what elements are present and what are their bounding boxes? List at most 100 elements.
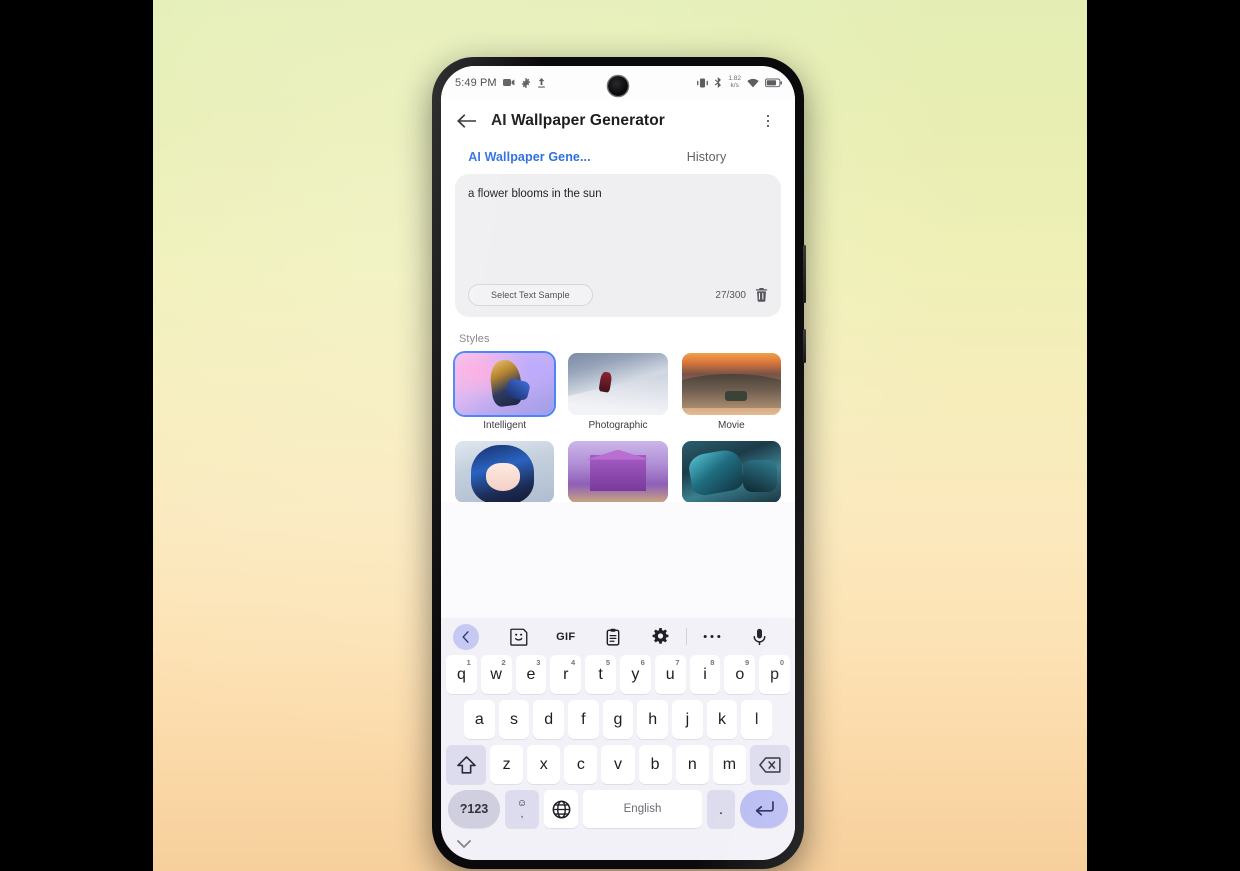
key-number: 4 bbox=[571, 658, 576, 667]
keyboard-footer bbox=[441, 834, 795, 856]
key-number: 8 bbox=[710, 658, 715, 667]
back-chevron-icon[interactable] bbox=[453, 623, 479, 650]
style-thumbnail[interactable] bbox=[568, 441, 668, 502]
key-number: 0 bbox=[779, 658, 784, 667]
status-bar-right: 1.82 k/s bbox=[697, 75, 782, 90]
key-e[interactable]: e3 bbox=[515, 655, 547, 694]
style-item-mech[interactable] bbox=[681, 441, 781, 502]
key-p[interactable]: p0 bbox=[759, 655, 790, 694]
key-i[interactable]: i8 bbox=[689, 655, 721, 694]
styles-section-label: Styles bbox=[459, 333, 490, 345]
power-button[interactable] bbox=[803, 329, 806, 363]
key-m[interactable]: m bbox=[712, 745, 746, 784]
settings-gear-icon[interactable] bbox=[637, 628, 684, 645]
prompt-card-footer: Select Text Sample 27/300 bbox=[468, 273, 768, 317]
style-item-intelligent[interactable]: Intelligent bbox=[455, 353, 555, 431]
style-thumbnail[interactable] bbox=[681, 441, 781, 502]
gear-icon bbox=[521, 77, 531, 88]
style-item-movie[interactable]: Movie bbox=[681, 353, 781, 431]
volume-button[interactable] bbox=[803, 245, 806, 303]
main-content: a flower blooms in the sun Select Text S… bbox=[441, 174, 795, 502]
more-dots-icon[interactable] bbox=[689, 634, 736, 639]
enter-return-icon[interactable] bbox=[740, 790, 788, 828]
tab-ai-wallpaper-generator[interactable]: AI Wallpaper Gene... bbox=[441, 150, 618, 164]
key-o[interactable]: o9 bbox=[724, 655, 756, 694]
keyboard-back-button[interactable] bbox=[453, 623, 495, 650]
gif-label: GIF bbox=[556, 630, 576, 643]
emoji-comma-key[interactable]: ☺ , bbox=[505, 790, 539, 828]
keyboard-toolbar: GIF bbox=[441, 618, 795, 655]
key-q[interactable]: q1 bbox=[446, 655, 477, 694]
spacebar[interactable]: English bbox=[583, 790, 702, 828]
prompt-input-text[interactable]: a flower blooms in the sun bbox=[468, 187, 768, 203]
key-b[interactable]: b bbox=[638, 745, 672, 784]
data-rate-indicator: 1.82 k/s bbox=[728, 75, 741, 90]
key-k[interactable]: k bbox=[706, 700, 738, 739]
style-item-temple[interactable] bbox=[568, 441, 668, 502]
key-d[interactable]: d bbox=[533, 700, 564, 739]
data-rate-unit: k/s bbox=[730, 81, 739, 89]
key-x[interactable]: x bbox=[527, 745, 561, 784]
key-j[interactable]: j bbox=[672, 700, 703, 739]
status-bar-left: 5:49 PM bbox=[455, 77, 546, 89]
key-label: y bbox=[631, 665, 640, 683]
key-a[interactable]: a bbox=[463, 700, 495, 739]
battery-icon bbox=[765, 78, 782, 88]
prompt-input-card[interactable]: a flower blooms in the sun Select Text S… bbox=[455, 174, 781, 317]
key-number: 2 bbox=[501, 658, 506, 667]
key-l[interactable]: l bbox=[741, 700, 773, 739]
style-artwork bbox=[681, 441, 781, 502]
key-number: 5 bbox=[605, 658, 610, 667]
style-item-photographic[interactable]: Photographic bbox=[568, 353, 668, 431]
gif-icon[interactable]: GIF bbox=[542, 631, 589, 643]
style-thumbnail[interactable] bbox=[455, 353, 555, 415]
globe-language-icon[interactable] bbox=[544, 790, 578, 828]
style-thumbnail[interactable] bbox=[568, 353, 668, 415]
backspace-icon[interactable] bbox=[749, 745, 790, 784]
key-c[interactable]: c bbox=[564, 745, 598, 784]
back-arrow-icon[interactable] bbox=[453, 108, 479, 134]
period-key[interactable]: . bbox=[707, 790, 735, 828]
select-text-sample-button[interactable]: Select Text Sample bbox=[468, 284, 593, 306]
key-y[interactable]: y6 bbox=[620, 655, 651, 694]
on-screen-keyboard: GIF q 1 w 2 e 3 r 4 t 5 y 6 u 7 i 8 o 9 … bbox=[441, 618, 795, 860]
style-artwork bbox=[681, 353, 781, 415]
key-label: o bbox=[735, 665, 745, 683]
key-f[interactable]: f bbox=[568, 700, 599, 739]
microphone-icon[interactable] bbox=[736, 628, 783, 646]
key-s[interactable]: s bbox=[498, 700, 530, 739]
key-label: q bbox=[456, 665, 466, 683]
style-artwork bbox=[568, 353, 668, 415]
key-n[interactable]: n bbox=[675, 745, 709, 784]
key-r[interactable]: r4 bbox=[550, 655, 582, 694]
key-z[interactable]: z bbox=[490, 745, 524, 784]
shift-up-icon[interactable] bbox=[446, 745, 486, 784]
keyboard-row-3: z x c v b n m bbox=[444, 745, 792, 784]
toolbar-divider bbox=[685, 628, 687, 645]
sticker-icon[interactable] bbox=[495, 628, 542, 646]
clipboard-icon[interactable] bbox=[589, 628, 636, 646]
wifi-icon bbox=[747, 78, 759, 88]
key-t[interactable]: t5 bbox=[585, 655, 616, 694]
emoji-icon: ☺ bbox=[516, 797, 528, 809]
style-thumbnail[interactable] bbox=[455, 441, 555, 502]
character-counter: 27/300 bbox=[715, 289, 746, 301]
front-camera-punch-hole bbox=[608, 76, 628, 96]
style-artwork bbox=[568, 441, 668, 502]
numbers-symbols-key[interactable]: ?123 bbox=[448, 790, 500, 828]
video-icon bbox=[502, 78, 515, 87]
style-item-anime[interactable] bbox=[455, 441, 555, 502]
key-g[interactable]: g bbox=[602, 700, 634, 739]
tab-history[interactable]: History bbox=[618, 150, 795, 164]
key-w[interactable]: w2 bbox=[480, 655, 512, 694]
key-h[interactable]: h bbox=[637, 700, 669, 739]
kebab-menu-icon[interactable] bbox=[755, 108, 781, 134]
key-v[interactable]: v bbox=[601, 745, 635, 784]
key-label: u bbox=[665, 665, 675, 683]
trash-icon[interactable] bbox=[755, 288, 768, 302]
key-u[interactable]: u7 bbox=[654, 655, 686, 694]
style-artwork bbox=[455, 441, 555, 502]
chevron-down-icon[interactable] bbox=[457, 836, 471, 854]
key-number: 9 bbox=[745, 658, 750, 667]
style-thumbnail[interactable] bbox=[681, 353, 781, 415]
